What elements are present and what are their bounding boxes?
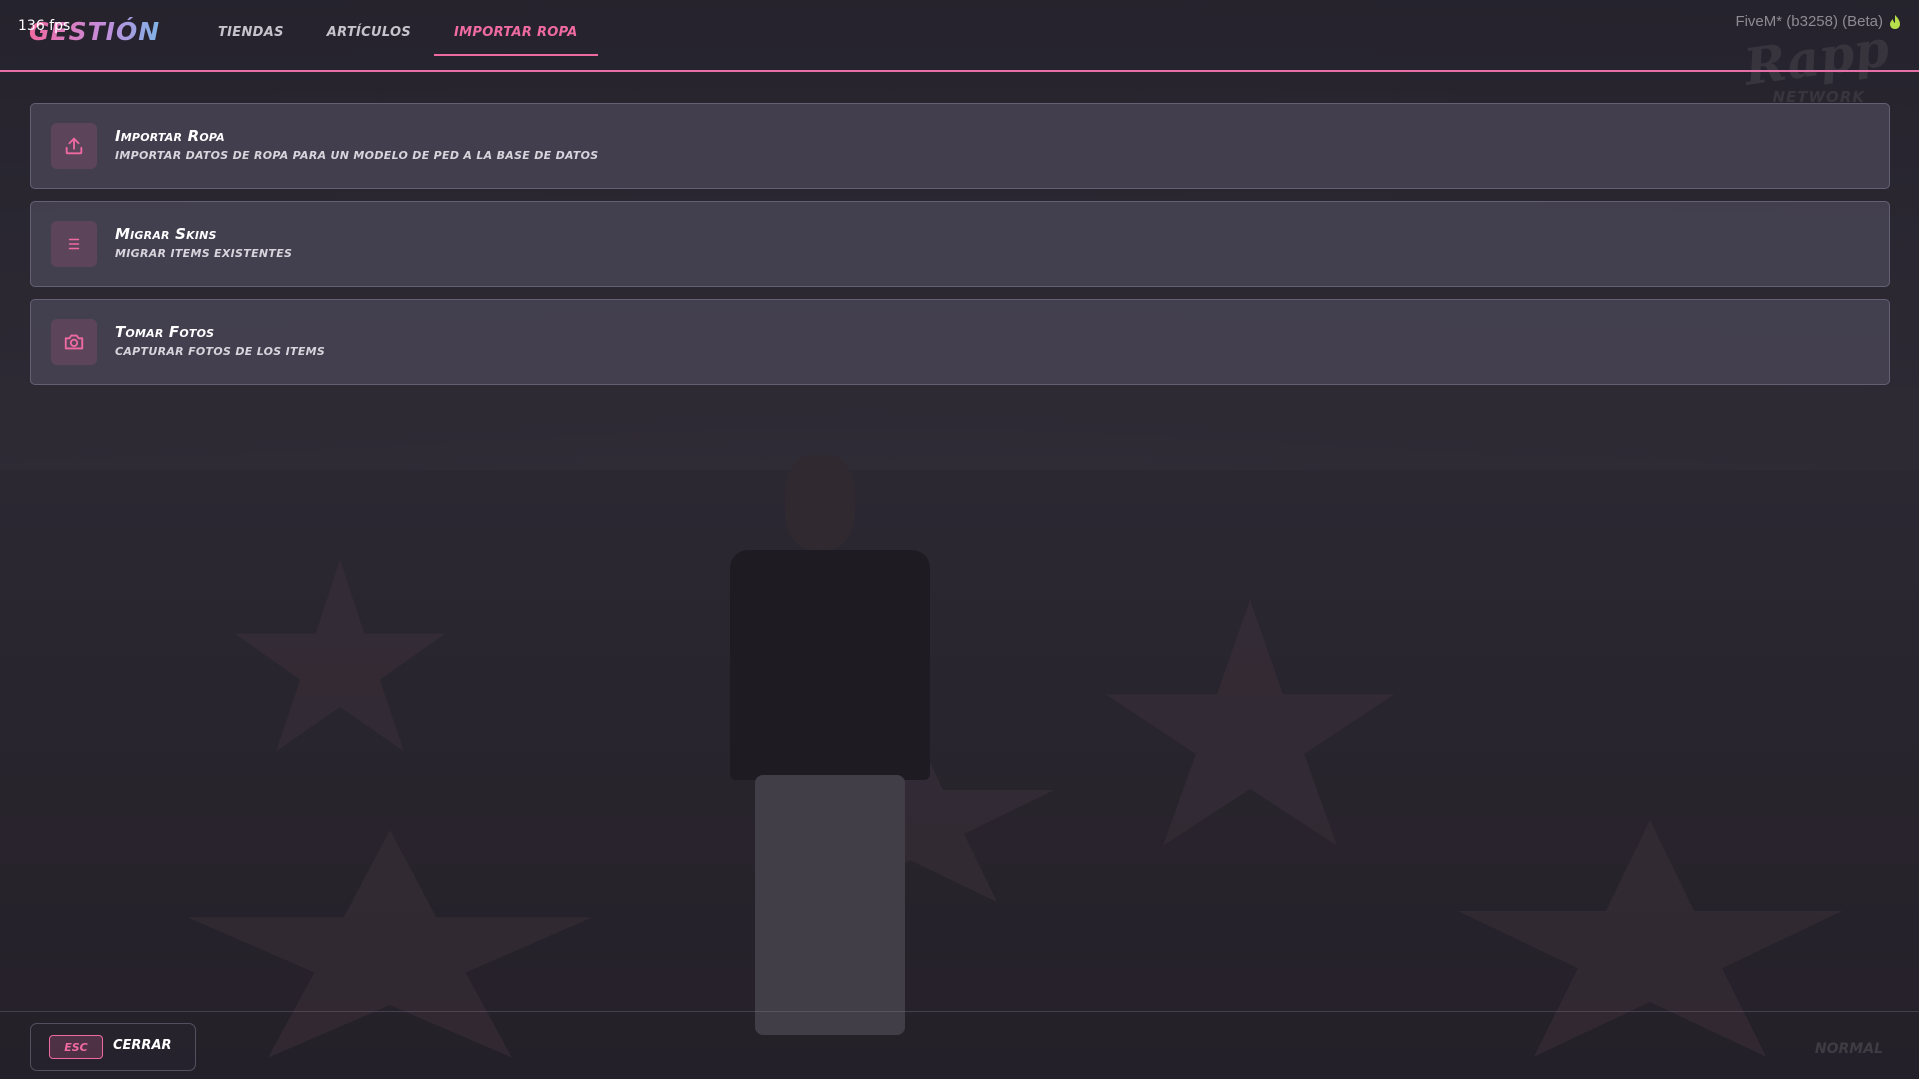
- game-screen: Rapp NETWORK GESTIÓN Tiendas Artículos I…: [0, 0, 1919, 1079]
- upload-icon: [51, 123, 97, 169]
- fivem-version: FiveM* (b3258) (Beta): [1735, 13, 1883, 30]
- card-description: Capturar fotos de los items: [115, 345, 326, 358]
- fivem-logo-icon: [1890, 15, 1900, 29]
- card-importar-ropa[interactable]: Importar Ropa Importar datos de ropa par…: [30, 103, 1890, 189]
- card-description: Migrar items existentes: [115, 247, 293, 260]
- mode-indicator: NORMAL: [1814, 1041, 1883, 1057]
- card-title: Tomar Fotos: [115, 323, 215, 341]
- tab-tiendas[interactable]: Tiendas: [198, 0, 304, 54]
- tab-articulos[interactable]: Artículos: [307, 0, 431, 54]
- list-icon: [51, 221, 97, 267]
- camera-icon: [51, 319, 97, 365]
- card-title: Migrar Skins: [115, 225, 217, 243]
- action-card-list: Importar Ropa Importar datos de ropa par…: [30, 103, 1890, 397]
- card-description: Importar datos de ropa para un modelo de…: [115, 149, 599, 162]
- card-tomar-fotos[interactable]: Tomar Fotos Capturar fotos de los items: [30, 299, 1890, 385]
- tab-importar-ropa[interactable]: Importar Ropa: [434, 0, 598, 56]
- top-nav-bar: GESTIÓN Tiendas Artículos Importar Ropa: [0, 0, 1919, 72]
- card-migrar-skins[interactable]: Migrar Skins Migrar items existentes: [30, 201, 1890, 287]
- fps-counter: 136 fps: [18, 18, 71, 34]
- card-title: Importar Ropa: [115, 127, 225, 145]
- esc-key-badge: ESC: [49, 1035, 103, 1059]
- close-label: Cerrar: [113, 1038, 172, 1053]
- footer-divider: [0, 1011, 1919, 1012]
- close-button[interactable]: ESC Cerrar: [30, 1023, 196, 1071]
- tab-bar: Tiendas Artículos Importar Ropa: [198, 0, 601, 56]
